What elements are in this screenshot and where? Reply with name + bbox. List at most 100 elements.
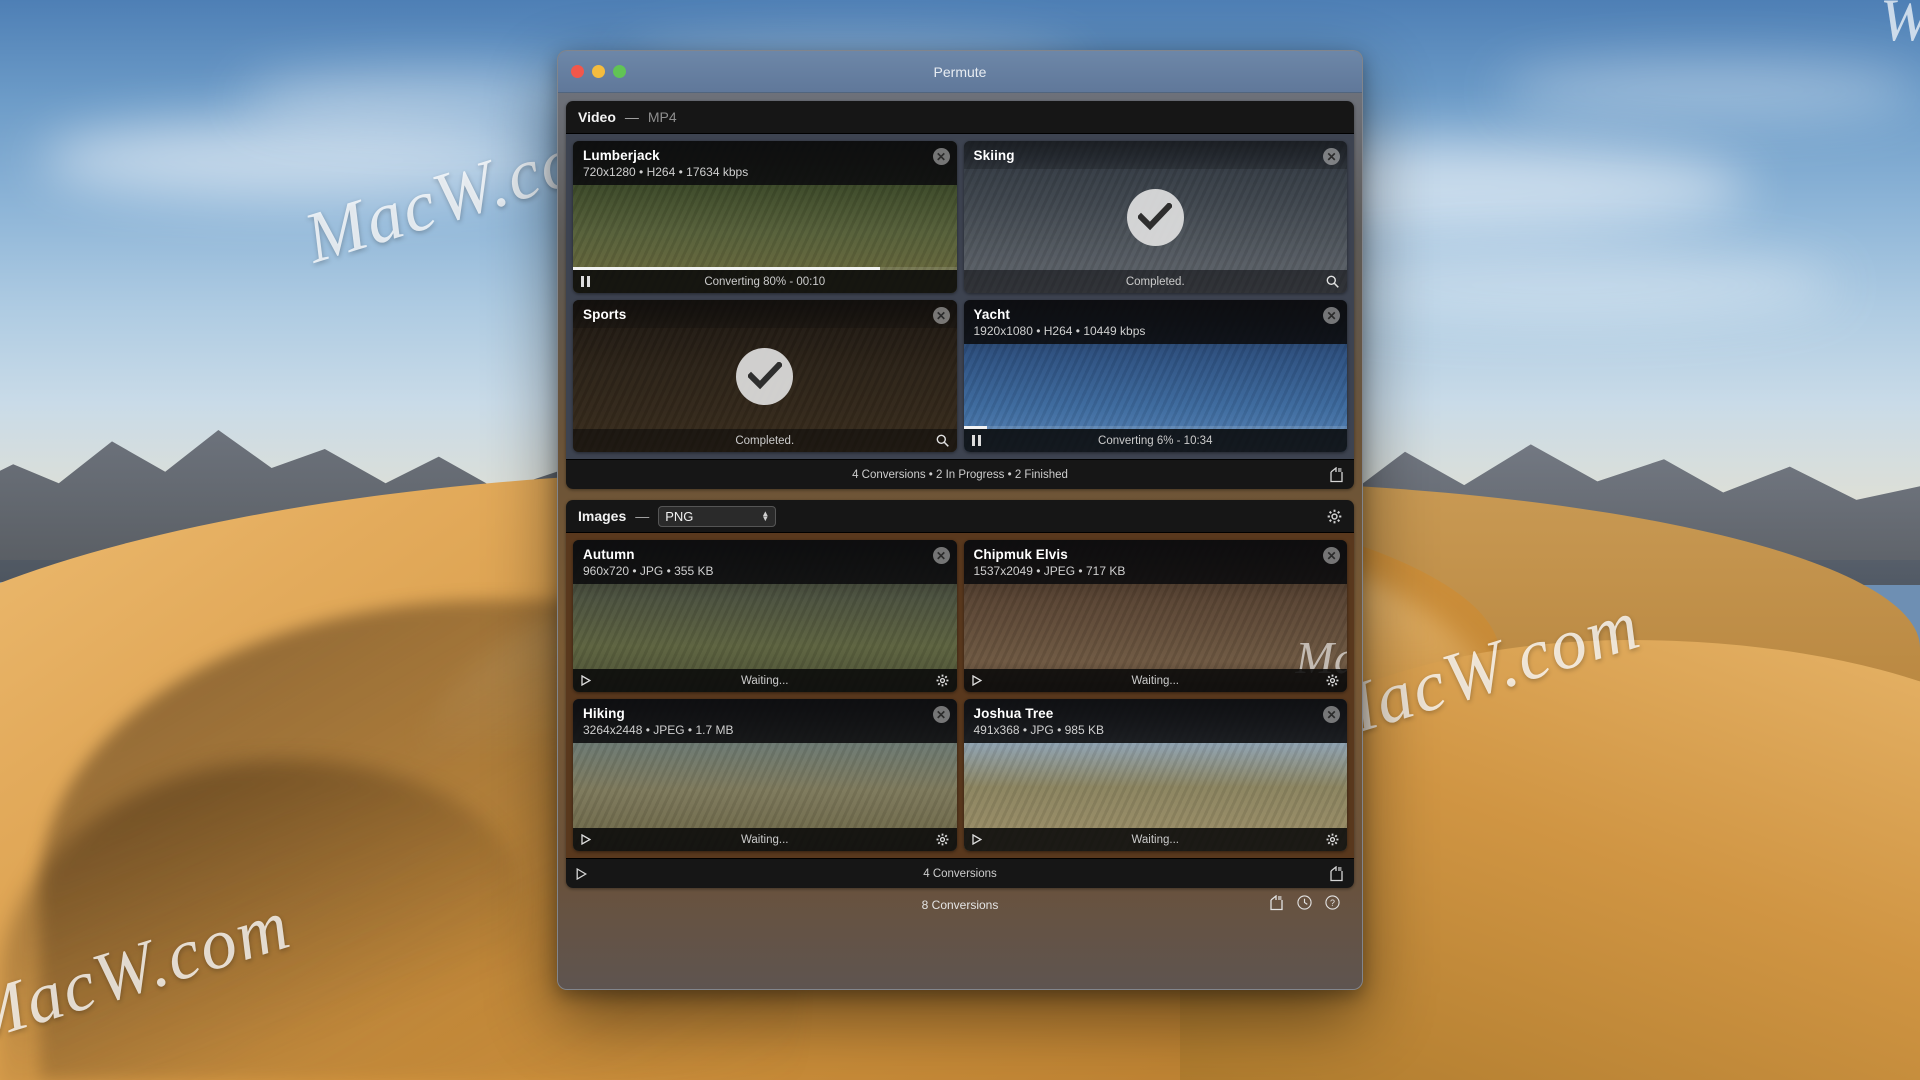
checkmark-icon: [736, 347, 794, 405]
card-header: Autumn 960x720 • JPG • 355 KB: [573, 540, 957, 584]
card-header: Chipmuk Elvis 1537x2049 • JPEG • 717 KB: [963, 540, 1347, 584]
card-footer: Waiting...: [963, 828, 1347, 851]
images-section-header: Images — PNG ▲ ▼: [566, 500, 1354, 533]
conversion-card[interactable]: Chipmuk Elvis 1537x2049 • JPEG • 717 KB …: [963, 540, 1347, 692]
card-header: Hiking 3264x2448 • JPEG • 1.7 MB: [573, 699, 957, 743]
images-conversion-count: 4 Conversions: [923, 867, 997, 880]
checkmark-icon: [1126, 188, 1184, 246]
close-icon[interactable]: ✕: [1323, 547, 1340, 564]
video-format-label[interactable]: MP4: [648, 109, 677, 125]
play-icon[interactable]: [971, 834, 982, 845]
images-card-grid: Autumn 960x720 • JPG • 355 KB ✕ Waiting.…: [566, 533, 1354, 858]
window-title: Permute: [933, 63, 987, 80]
gear-icon[interactable]: [936, 674, 949, 687]
card-footer: Completed.: [963, 270, 1347, 293]
history-clock-icon[interactable]: [1297, 894, 1312, 916]
pause-icon[interactable]: [971, 435, 981, 446]
play-icon[interactable]: [581, 675, 591, 686]
magnifier-icon[interactable]: [1326, 275, 1339, 288]
card-footer: Waiting...: [963, 669, 1347, 692]
play-icon[interactable]: [581, 834, 591, 845]
video-section-dash: —: [624, 109, 639, 125]
card-status: Converting 80% - 00:10: [704, 275, 826, 288]
window-titlebar[interactable]: Permute: [558, 51, 1362, 93]
conversion-card[interactable]: Joshua Tree 491x368 • JPG • 985 KB ✕ Wai…: [963, 699, 1347, 851]
card-status: Waiting...: [1131, 674, 1179, 687]
images-section-dash: —: [635, 508, 650, 524]
clear-list-icon[interactable]: [1329, 466, 1344, 483]
window-body: Video — MP4 Lumberjack 720x1280 • H264 •…: [558, 93, 1362, 989]
video-section: Video — MP4 Lumberjack 720x1280 • H264 •…: [566, 101, 1354, 489]
card-meta: 720x1280 • H264 • 17634 kbps: [583, 165, 749, 179]
video-section-header: Video — MP4: [566, 101, 1354, 134]
help-icon[interactable]: ?: [1325, 894, 1340, 916]
images-format-select[interactable]: PNG ▲ ▼: [658, 505, 777, 527]
images-section-label: Images: [578, 508, 627, 524]
play-icon[interactable]: [971, 675, 982, 686]
card-footer: Waiting...: [573, 828, 957, 851]
window-footer: 8 Conversions ?: [566, 888, 1354, 922]
card-footer: Completed.: [573, 429, 957, 452]
close-icon[interactable]: ✕: [1323, 706, 1340, 723]
watermark-corner: W: [1880, 0, 1920, 55]
card-meta: 1920x1080 • H264 • 10449 kbps: [973, 324, 1146, 338]
close-icon[interactable]: ✕: [932, 547, 950, 564]
conversion-card[interactable]: Autumn 960x720 • JPG • 355 KB ✕ Waiting.…: [573, 540, 957, 692]
conversion-card[interactable]: Yacht 1920x1080 • H264 • 10449 kbps ✕ Co…: [963, 300, 1347, 452]
clear-list-icon[interactable]: [1329, 865, 1344, 882]
card-status: Completed.: [1125, 275, 1185, 288]
card-header: Yacht 1920x1080 • H264 • 10449 kbps: [963, 300, 1347, 344]
card-header: Joshua Tree 491x368 • JPG • 985 KB: [963, 699, 1347, 743]
gear-icon[interactable]: [1327, 509, 1342, 524]
conversion-card[interactable]: Lumberjack 720x1280 • H264 • 17634 kbps …: [573, 141, 957, 293]
images-format-value: PNG: [665, 508, 694, 524]
play-icon[interactable]: [576, 867, 587, 880]
card-title: Yacht: [973, 307, 1011, 322]
card-footer: Converting 6% - 10:34: [963, 429, 1347, 452]
card-status: Waiting...: [740, 833, 789, 846]
card-footer: Waiting...: [573, 669, 957, 692]
conversion-card[interactable]: Sports ✕ Completed.: [573, 300, 957, 452]
cloud: [40, 120, 560, 200]
card-title: Autumn: [583, 547, 635, 562]
card-title: Joshua Tree: [973, 706, 1054, 721]
gear-icon[interactable]: [936, 833, 949, 846]
cloud: [1280, 250, 1840, 320]
card-status: Converting 6% - 10:34: [1098, 434, 1213, 447]
card-meta: 1537x2049 • JPEG • 717 KB: [973, 564, 1126, 578]
close-icon[interactable]: ✕: [932, 307, 950, 324]
card-title: Chipmuk Elvis: [973, 547, 1068, 562]
video-section-footer: 4 Conversions • 2 In Progress • 2 Finish…: [566, 459, 1354, 489]
images-section-footer: 4 Conversions: [566, 858, 1354, 888]
close-icon[interactable]: ✕: [1323, 148, 1340, 165]
pause-icon[interactable]: [581, 276, 590, 287]
video-section-label: Video: [578, 109, 616, 125]
video-card-grid: Lumberjack 720x1280 • H264 • 17634 kbps …: [566, 134, 1354, 459]
clear-list-icon[interactable]: [1269, 894, 1284, 916]
card-meta: 491x368 • JPG • 985 KB: [973, 723, 1104, 737]
images-section: Images — PNG ▲ ▼ Autumn 960x720 • JPG • 3…: [566, 500, 1354, 888]
close-icon[interactable]: ✕: [1323, 307, 1340, 324]
card-status: Waiting...: [740, 674, 789, 687]
svg-text:?: ?: [1330, 897, 1335, 907]
cloud: [1500, 60, 1920, 120]
magnifier-icon[interactable]: [936, 434, 949, 447]
footer-icon-group: ?: [1269, 894, 1340, 916]
card-meta: 960x720 • JPG • 355 KB: [583, 564, 714, 578]
card-footer: Converting 80% - 00:10: [573, 270, 957, 293]
total-conversion-count: 8 Conversions: [921, 898, 999, 912]
card-status: Waiting...: [1131, 833, 1179, 846]
card-status: Completed.: [735, 434, 795, 447]
close-icon[interactable]: ✕: [932, 706, 950, 723]
video-conversion-count: 4 Conversions • 2 In Progress • 2 Finish…: [852, 468, 1068, 481]
chevron-updown-icon: ▲ ▼: [761, 509, 770, 523]
gear-icon[interactable]: [1326, 833, 1339, 846]
card-title: Lumberjack: [583, 148, 660, 163]
permute-window: Permute Video — MP4 Lumberjack 720x1280 …: [557, 50, 1363, 990]
gear-icon[interactable]: [1326, 674, 1339, 687]
conversion-card[interactable]: Hiking 3264x2448 • JPEG • 1.7 MB ✕ Waiti…: [573, 699, 957, 851]
card-header: Lumberjack 720x1280 • H264 • 17634 kbps: [573, 141, 957, 185]
card-meta: 3264x2448 • JPEG • 1.7 MB: [583, 723, 734, 737]
close-icon[interactable]: ✕: [932, 148, 950, 165]
conversion-card[interactable]: Skiing ✕ Completed.: [963, 141, 1347, 293]
